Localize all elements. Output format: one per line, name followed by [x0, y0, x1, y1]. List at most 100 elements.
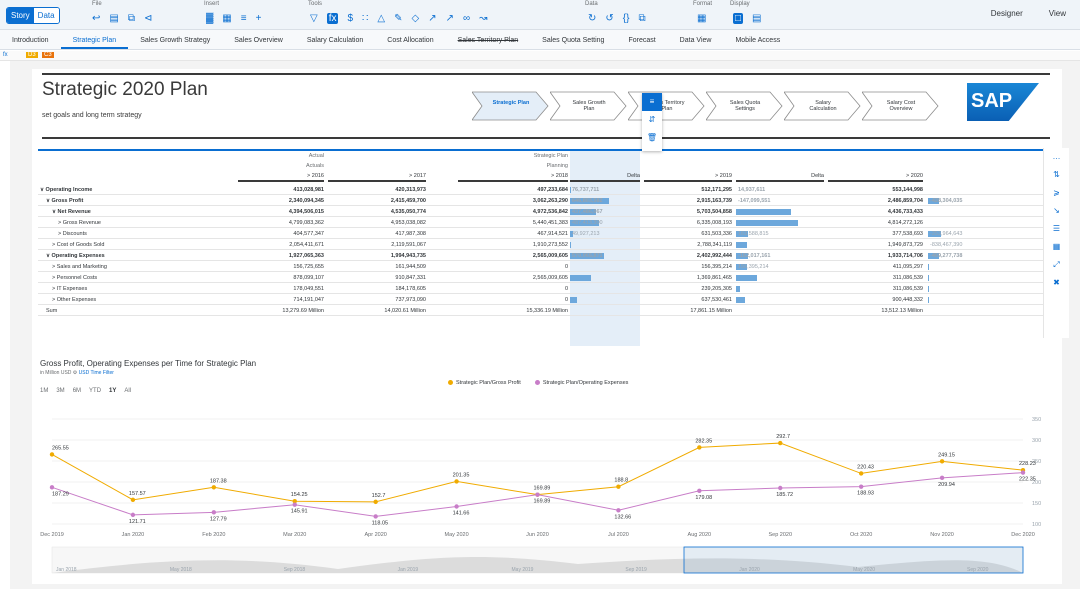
row-label[interactable]: > IT Expenses	[52, 286, 87, 292]
year-header[interactable]: > 2020	[828, 173, 923, 182]
table-icon[interactable]: ▤	[109, 13, 118, 24]
cell-d19[interactable]: 156,395,214	[736, 264, 824, 270]
cell-d20[interactable]: -253,964,643	[928, 231, 988, 237]
tab-forecast[interactable]: Forecast	[616, 30, 667, 49]
row-label[interactable]: > Cost of Goods Sold	[52, 242, 104, 248]
table-row[interactable]: > Gross Revenue 4,799,083,362 4,953,038,08…	[38, 218, 1048, 228]
tab-strategic-plan[interactable]: Strategic Plan	[60, 30, 129, 49]
forecast-icon[interactable]: ↝	[479, 13, 487, 24]
filter-insert-icon[interactable]: ≡	[241, 13, 247, 24]
chart-widget[interactable]: Gross Profit, Operating Expenses per Tim…	[38, 359, 1048, 581]
cell-v2019[interactable]: 631,503,336	[644, 231, 732, 237]
cell-d18[interactable]: 570,065,871	[570, 253, 640, 259]
cell-d20[interactable]: -838,467,390	[928, 242, 988, 248]
story-data-toggle[interactable]: Story Data	[6, 7, 60, 24]
cell-v2017[interactable]: 420,313,973	[328, 187, 426, 193]
cell-d18[interactable]: 437,486,067	[570, 209, 640, 215]
tab-sales-quota-setting[interactable]: Sales Quota Setting	[530, 30, 616, 49]
process-step-3[interactable]: Sales Territory Plan	[628, 91, 706, 121]
link-icon[interactable]: ∞	[463, 13, 470, 24]
cell-v2018[interactable]: 3,062,263,290	[458, 198, 568, 204]
hierarchy-icon[interactable]: ∷	[362, 13, 368, 24]
cell-v2017[interactable]: 14,020.61 Million	[328, 308, 426, 314]
cell-d20[interactable]: -469,277,738	[928, 253, 988, 259]
cell-v2020[interactable]: 2,486,859,704	[828, 198, 923, 204]
cell-v2016[interactable]: 2,340,094,345	[238, 198, 324, 204]
copy-icon[interactable]: ⧉	[128, 13, 135, 24]
cell-v2018[interactable]: 5,440,451,383	[458, 220, 568, 226]
cell-v2020[interactable]: 311,086,539	[828, 286, 923, 292]
cell-v2020[interactable]: 4,814,272,126	[828, 220, 923, 226]
table-row[interactable]: > Discounts 404,577,347 417,987,308 467,914…	[38, 229, 1048, 239]
cell-v2016[interactable]: 178,049,551	[238, 286, 324, 292]
cell-v2016[interactable]: 156,725,655	[238, 264, 324, 270]
cell-v2018[interactable]: 497,233,684	[458, 187, 568, 193]
funnel-icon[interactable]: ▽	[310, 13, 318, 24]
cell-v2017[interactable]: 417,987,308	[328, 231, 426, 237]
cell-d19[interactable]: -162,017,161	[736, 253, 824, 259]
swap-icon[interactable]: ⇵	[642, 111, 662, 129]
process-step-5[interactable]: Salary Calculation	[784, 91, 862, 121]
cell-v2019[interactable]: 2,915,163,739	[644, 198, 732, 204]
sort-icon[interactable]: ⇅	[1044, 166, 1069, 184]
more-icon[interactable]: …	[1044, 148, 1069, 166]
undo-icon[interactable]: ↩	[92, 13, 100, 24]
row-label[interactable]: > Personnel Costs	[52, 275, 97, 281]
cell-v2018[interactable]: 2,565,009,605	[458, 253, 568, 259]
cell-v2019[interactable]: 5,703,504,858	[644, 209, 732, 215]
tab-mobile-access[interactable]: Mobile Access	[723, 30, 792, 49]
row-label[interactable]: ∨ Net Revenue	[52, 209, 91, 215]
cell-v2018[interactable]: 2,565,009,605	[458, 275, 568, 281]
cell-v2017[interactable]: 2,415,459,700	[328, 198, 426, 204]
diamond-icon[interactable]: ◇	[412, 13, 420, 24]
tab-introduction[interactable]: Introduction	[0, 30, 61, 49]
format-icon[interactable]: ▦	[697, 13, 706, 24]
cell-d19[interactable]: -147,099,551	[736, 198, 824, 204]
row-label[interactable]: > Other Expenses	[52, 297, 96, 303]
arrow-icon[interactable]: ↗	[446, 13, 454, 24]
cell-v2020[interactable]: 377,538,693	[828, 231, 923, 237]
cell-v2016[interactable]: 413,028,981	[238, 187, 324, 193]
cell-v2018[interactable]: 1,910,273,552	[458, 242, 568, 248]
cell-v2017[interactable]: 2,119,591,067	[328, 242, 426, 248]
cell-v2019[interactable]: 6,335,008,193	[644, 220, 732, 226]
tab-salary-calculation[interactable]: Salary Calculation	[295, 30, 375, 49]
trash-icon[interactable]: 🗑	[642, 129, 662, 147]
comment-icon[interactable]: ☰	[1044, 220, 1069, 238]
row-label[interactable]: ∨ Operating Expenses	[46, 253, 105, 259]
cell-v2016[interactable]: 1,927,065,363	[238, 253, 324, 259]
refresh-icon[interactable]: ↻	[588, 13, 596, 24]
cell-v2017[interactable]: 737,973,090	[328, 297, 426, 303]
delete-icon[interactable]: ✖	[1044, 274, 1069, 292]
cell-v2018[interactable]: 0	[458, 286, 568, 292]
table-row[interactable]: ∨ Net Revenue 4,394,506,015 4,535,050,774 4…	[38, 207, 1048, 217]
cell-v2018[interactable]: 15,336.19 Million	[458, 308, 568, 314]
tab-data-view[interactable]: Data View	[668, 30, 724, 49]
table-row[interactable]: ∨ Operating Income 413,028,981 420,313,973…	[38, 185, 1048, 195]
table-row[interactable]: > Cost of Goods Sold 2,054,411,671 2,119,5…	[38, 240, 1048, 250]
cell-v2016[interactable]: 878,099,107	[238, 275, 324, 281]
edit-icon[interactable]: ✎	[394, 13, 402, 24]
cell-v2020[interactable]: 4,436,733,433	[828, 209, 923, 215]
tool-a-icon[interactable]: ↗	[428, 13, 436, 24]
table-row[interactable]: > Other Expenses 714,191,047 737,973,090 0 6…	[38, 295, 1048, 305]
cell-d19[interactable]: 14,937,611	[736, 187, 824, 193]
cell-v2019[interactable]: 637,530,461	[644, 297, 732, 303]
cell-v2016[interactable]: 714,191,047	[238, 297, 324, 303]
process-step-2[interactable]: Sales Growth Plan	[550, 91, 628, 121]
drill-icon[interactable]: ↘	[1044, 202, 1069, 220]
year-header[interactable]: > 2016	[238, 173, 324, 182]
year-header[interactable]: > 2018	[458, 173, 568, 182]
tab-sales-overview[interactable]: Sales Overview	[222, 30, 295, 49]
cell-v2016[interactable]: 13,279.69 Million	[238, 308, 324, 314]
year-header[interactable]: Delta	[736, 173, 824, 182]
row-label[interactable]: ∨ Gross Profit	[46, 198, 83, 204]
cell-v2019[interactable]: 512,171,295	[644, 187, 732, 193]
formula-icon[interactable]: fx	[326, 13, 339, 24]
table-row[interactable]: Sum 13,279.69 Million 14,020.61 Million 15,…	[38, 306, 1048, 316]
cell-v2018[interactable]: 4,972,536,842	[458, 209, 568, 215]
process-step-1[interactable]: Strategic Plan	[472, 91, 550, 121]
cell-d18[interactable]: 487,413,300	[570, 220, 640, 226]
cell-v2017[interactable]: 1,994,943,735	[328, 253, 426, 259]
braces-icon[interactable]: {}	[623, 13, 630, 24]
